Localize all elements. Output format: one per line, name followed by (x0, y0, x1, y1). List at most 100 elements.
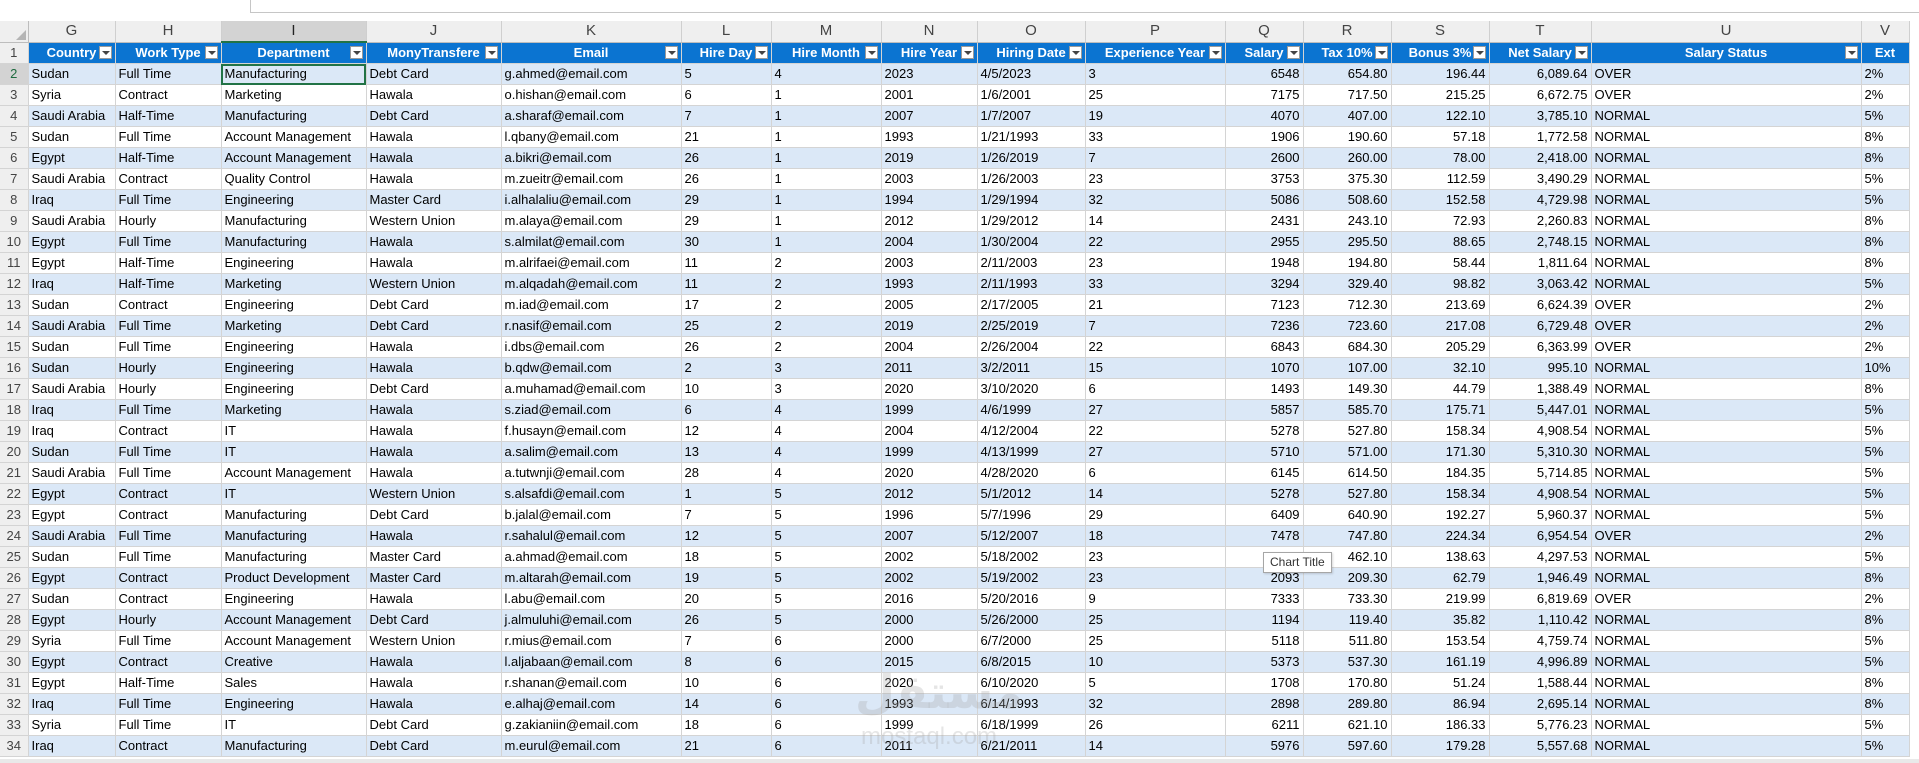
table-cell[interactable]: 4070 (1225, 105, 1304, 127)
table-cell[interactable]: 3/10/2020 (977, 378, 1086, 400)
table-cell[interactable]: 2600 (1225, 147, 1304, 169)
table-cell[interactable]: 1/21/1993 (977, 126, 1086, 148)
filter-dropdown-icon[interactable] (98, 45, 112, 59)
table-cell[interactable]: 717.50 (1303, 84, 1392, 106)
table-cell[interactable]: 4 (771, 399, 882, 421)
table-cell[interactable]: Full Time (115, 630, 222, 652)
row-header[interactable]: 6 (0, 147, 29, 169)
table-cell[interactable]: 217.08 (1391, 315, 1490, 337)
table-cell[interactable]: 192.27 (1391, 504, 1490, 526)
table-cell[interactable]: Saudi Arabia (28, 315, 116, 337)
table-cell[interactable]: 5% (1861, 168, 1910, 190)
table-cell[interactable]: Iraq (28, 273, 116, 295)
table-cell[interactable]: 4/13/1999 (977, 441, 1086, 463)
table-header-cell[interactable]: Salary (1225, 42, 1304, 64)
table-cell[interactable]: 5373 (1225, 651, 1304, 673)
table-cell[interactable]: NORMAL (1591, 714, 1862, 736)
table-cell[interactable]: Sudan (28, 588, 116, 610)
table-cell[interactable]: l.aljabaan@email.com (501, 651, 682, 673)
table-cell[interactable]: Hawala (366, 672, 502, 694)
table-cell[interactable]: 5/20/2016 (977, 588, 1086, 610)
table-cell[interactable]: Full Time (115, 714, 222, 736)
table-cell[interactable]: 23 (1085, 567, 1226, 589)
table-cell[interactable]: 72.93 (1391, 210, 1490, 232)
table-cell[interactable]: Egypt (28, 147, 116, 169)
table-cell[interactable]: 8% (1861, 252, 1910, 274)
table-cell[interactable]: Marketing (221, 273, 367, 295)
table-cell[interactable]: 35.82 (1391, 609, 1490, 631)
table-cell[interactable]: 58.44 (1391, 252, 1490, 274)
filter-dropdown-icon[interactable] (1208, 45, 1222, 59)
table-cell[interactable]: Egypt (28, 504, 116, 526)
table-cell[interactable]: Contract (115, 168, 222, 190)
filter-dropdown-icon[interactable] (204, 45, 218, 59)
table-cell[interactable]: 1,946.49 (1489, 567, 1592, 589)
table-cell[interactable]: Full Time (115, 189, 222, 211)
table-cell[interactable]: 62.79 (1391, 567, 1490, 589)
table-cell[interactable]: NORMAL (1591, 273, 1862, 295)
table-cell[interactable]: 6 (1085, 378, 1226, 400)
table-cell[interactable]: 5 (681, 63, 772, 85)
table-cell[interactable]: 5,557.68 (1489, 735, 1592, 757)
table-cell[interactable]: 6,954.54 (1489, 525, 1592, 547)
table-cell[interactable]: 527.80 (1303, 483, 1392, 505)
table-cell[interactable]: Manufacturing (221, 63, 367, 85)
table-cell[interactable]: 86.94 (1391, 693, 1490, 715)
table-cell[interactable]: 23 (1085, 252, 1226, 274)
table-cell[interactable]: NORMAL (1591, 609, 1862, 631)
table-cell[interactable]: 2% (1861, 588, 1910, 610)
table-cell[interactable]: m.altarah@email.com (501, 567, 682, 589)
table-cell[interactable]: 4 (771, 63, 882, 85)
table-cell[interactable]: 3 (1085, 63, 1226, 85)
table-cell[interactable]: 5/12/2007 (977, 525, 1086, 547)
table-cell[interactable]: m.alqadah@email.com (501, 273, 682, 295)
table-cell[interactable]: NORMAL (1591, 546, 1862, 568)
table-cell[interactable]: 205.29 (1391, 336, 1490, 358)
table-cell[interactable]: Hawala (366, 420, 502, 442)
table-cell[interactable]: NORMAL (1591, 672, 1862, 694)
table-cell[interactable]: Account Management (221, 609, 367, 631)
table-cell[interactable]: 5/7/1996 (977, 504, 1086, 526)
table-cell[interactable]: 329.40 (1303, 273, 1392, 295)
table-cell[interactable]: 2431 (1225, 210, 1304, 232)
table-cell[interactable]: 2 (681, 357, 772, 379)
table-cell[interactable]: 2955 (1225, 231, 1304, 253)
table-cell[interactable]: 1,388.49 (1489, 378, 1592, 400)
table-cell[interactable]: 33 (1085, 273, 1226, 295)
table-cell[interactable]: 747.80 (1303, 525, 1392, 547)
table-cell[interactable]: 25 (1085, 630, 1226, 652)
table-cell[interactable]: 5% (1861, 714, 1910, 736)
table-cell[interactable]: Full Time (115, 546, 222, 568)
table-cell[interactable]: 98.82 (1391, 273, 1490, 295)
table-cell[interactable]: Debt Card (366, 609, 502, 631)
table-cell[interactable]: 224.34 (1391, 525, 1490, 547)
table-cell[interactable]: 1 (771, 189, 882, 211)
table-cell[interactable]: IT (221, 714, 367, 736)
table-cell[interactable]: 2 (771, 294, 882, 316)
table-cell[interactable]: 2% (1861, 336, 1910, 358)
table-cell[interactable]: Debt Card (366, 378, 502, 400)
table-cell[interactable]: 6,819.69 (1489, 588, 1592, 610)
table-cell[interactable]: 7 (1085, 147, 1226, 169)
table-cell[interactable]: 5/1/2012 (977, 483, 1086, 505)
table-cell[interactable]: 2,260.83 (1489, 210, 1592, 232)
table-cell[interactable]: 18 (681, 714, 772, 736)
select-all-corner[interactable] (0, 21, 29, 43)
table-cell[interactable]: NORMAL (1591, 651, 1862, 673)
table-cell[interactable]: Egypt (28, 651, 116, 673)
table-cell[interactable]: 4,729.98 (1489, 189, 1592, 211)
table-cell[interactable]: 22 (1085, 336, 1226, 358)
table-cell[interactable]: 508.60 (1303, 189, 1392, 211)
column-header-M[interactable]: M (771, 21, 882, 43)
table-cell[interactable]: 5% (1861, 189, 1910, 211)
table-cell[interactable]: Contract (115, 588, 222, 610)
table-cell[interactable]: 289.80 (1303, 693, 1392, 715)
table-cell[interactable]: 3,785.10 (1489, 105, 1592, 127)
table-cell[interactable]: 6/8/2015 (977, 651, 1086, 673)
table-cell[interactable]: 2005 (881, 294, 978, 316)
table-cell[interactable]: 26 (1085, 714, 1226, 736)
table-cell[interactable]: 6/14/1993 (977, 693, 1086, 715)
table-cell[interactable]: Debt Card (366, 294, 502, 316)
table-cell[interactable]: 5 (771, 504, 882, 526)
table-cell[interactable]: 2% (1861, 525, 1910, 547)
